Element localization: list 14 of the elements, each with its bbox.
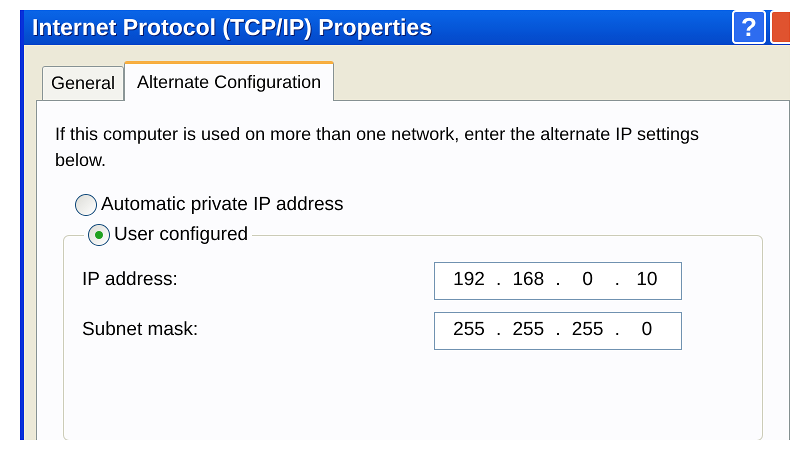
field-label: Subnet mask: bbox=[82, 318, 200, 342]
close-button[interactable] bbox=[770, 10, 790, 44]
help-button[interactable]: ? bbox=[732, 10, 766, 44]
window-title: Internet Protocol (TCP/IP) Properties bbox=[32, 13, 433, 42]
ip-address-field[interactable]: 192 . 168 . 0 . 10 bbox=[434, 262, 682, 300]
radio-option[interactable]: Automatic private IP address bbox=[75, 190, 771, 219]
tab[interactable]: Alternate Configuration bbox=[124, 60, 334, 100]
tab[interactable]: General bbox=[42, 66, 124, 100]
radio-option[interactable]: User configured bbox=[88, 221, 248, 250]
ip-address-field[interactable]: 255 . 255 . 255 . 0 bbox=[434, 312, 682, 350]
description-text: If this computer is used on more than one network, enter the alternate IP settings below. bbox=[55, 122, 700, 172]
field-label: IP address: bbox=[82, 268, 179, 292]
radio-button[interactable] bbox=[88, 224, 110, 246]
radio-button[interactable] bbox=[75, 194, 97, 216]
